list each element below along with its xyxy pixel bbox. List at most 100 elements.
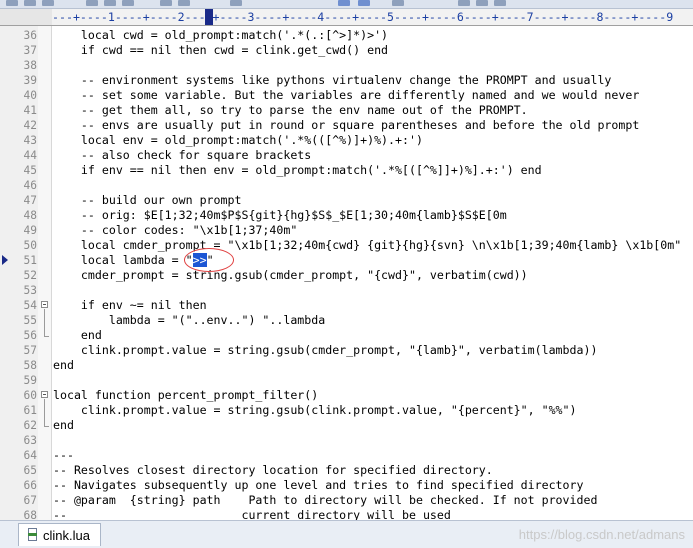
code-segment: -- get them all, so try to parse the env… <box>53 103 528 117</box>
code-text[interactable]: end <box>53 328 102 343</box>
code-line[interactable]: 56 end <box>0 328 693 343</box>
code-line[interactable]: 53 <box>0 283 693 298</box>
line-number: 57 <box>23 344 37 357</box>
word-wrap-icon[interactable] <box>358 0 370 6</box>
code-line[interactable]: 61 clink.prompt.value = string.gsub(clin… <box>0 403 693 418</box>
code-text[interactable]: cmder_prompt = string.gsub(cmder_prompt,… <box>53 268 528 283</box>
code-line[interactable]: 40 -- set some variable. But the variabl… <box>0 88 693 103</box>
code-text[interactable]: -- color codes: "\x1b[1;37;40m" <box>53 223 297 238</box>
code-text[interactable]: local cmder_prompt = "\x1b[1;32;40m{cwd}… <box>53 238 681 253</box>
fold-toggle-icon[interactable] <box>41 391 48 398</box>
code-text[interactable]: -- current directory will be used <box>53 508 451 520</box>
code-line[interactable]: 68 -- current directory will be used <box>0 508 693 520</box>
line-number: 66 <box>23 479 37 492</box>
code-text[interactable]: -- also check for square brackets <box>53 148 311 163</box>
paste-icon[interactable] <box>122 0 134 6</box>
code-text[interactable]: -- Navigates subsequently up one level a… <box>53 478 583 493</box>
code-segment: clink.prompt.value = string.gsub(cmder_p… <box>53 343 598 357</box>
code-text[interactable]: if env == nil then env = old_prompt:matc… <box>53 163 542 178</box>
code-line[interactable]: 37 if cwd == nil then cwd = clink.get_cw… <box>0 43 693 58</box>
code-text[interactable]: local env = old_prompt:match('.*%(([^%)]… <box>53 133 423 148</box>
code-text[interactable]: if env ~= nil then <box>53 298 207 313</box>
code-line[interactable]: 67 -- @param {string} path Path to direct… <box>0 493 693 508</box>
panel-list-icon[interactable] <box>494 0 506 6</box>
code-line[interactable]: 60 local function percent_prompt_filter() <box>0 388 693 403</box>
code-line[interactable]: 63 <box>0 433 693 448</box>
undo-icon[interactable] <box>160 0 172 6</box>
code-text[interactable]: -- build our own prompt <box>53 193 242 208</box>
link-icon[interactable] <box>230 0 242 6</box>
code-segment: -- Navigates subsequently up one level a… <box>53 478 584 492</box>
watermark: https://blog.csdn.net/admans <box>518 527 685 542</box>
code-text[interactable]: lambda = "("..env..") "..lambda <box>53 313 325 328</box>
line-number: 58 <box>23 359 37 372</box>
code-text[interactable]: if cwd == nil then cwd = clink.get_cwd()… <box>53 43 388 58</box>
code-line[interactable]: 49 -- color codes: "\x1b[1;37;40m" <box>0 223 693 238</box>
code-line[interactable]: 58 end <box>0 358 693 373</box>
fold-guide-end <box>44 426 49 427</box>
code-line[interactable]: 57 clink.prompt.value = string.gsub(cmde… <box>0 343 693 358</box>
code-text[interactable]: -- Resolves closest directory location f… <box>53 463 493 478</box>
code-line[interactable]: 39 -- environment systems like pythons v… <box>0 73 693 88</box>
code-segment: -- set some variable. But the variables … <box>53 88 640 102</box>
code-line[interactable]: 47 -- build our own prompt <box>0 193 693 208</box>
code-line[interactable]: 66 -- Navigates subsequently up one level… <box>0 478 693 493</box>
code-line[interactable]: 36 local cwd = old_prompt:match('.*(.:[^… <box>0 28 693 43</box>
code-line[interactable]: 65 -- Resolves closest directory location… <box>0 463 693 478</box>
toggle-view-icon[interactable] <box>338 0 350 6</box>
line-number: 50 <box>23 239 37 252</box>
code-text[interactable]: local cwd = old_prompt:match('.*(.:[^>]*… <box>53 28 388 43</box>
cut-icon[interactable] <box>86 0 98 6</box>
code-line[interactable]: 41 -- get them all, so try to parse the … <box>0 103 693 118</box>
tab-label: clink.lua <box>43 527 90 543</box>
code-line[interactable]: 38 <box>0 58 693 73</box>
code-line[interactable]: 48 -- orig: $E[1;32;40m$P$S{git}{hg}$S$_… <box>0 208 693 223</box>
line-number: 40 <box>23 89 37 102</box>
save-icon[interactable] <box>42 0 54 6</box>
tab-clink-lua[interactable]: clink.lua <box>18 523 101 546</box>
code-line[interactable]: 45 if env == nil then env = old_prompt:m… <box>0 163 693 178</box>
code-text[interactable]: end <box>53 358 74 373</box>
code-line[interactable]: 46 <box>0 178 693 193</box>
redo-icon[interactable] <box>178 0 190 6</box>
code-line[interactable]: 59 <box>0 373 693 388</box>
fold-toggle-icon[interactable] <box>41 301 48 308</box>
line-number: 68 <box>23 509 37 520</box>
code-segment: -- Resolves closest directory location f… <box>53 463 493 477</box>
code-text[interactable]: end <box>53 418 74 433</box>
code-editor[interactable]: 36 local cwd = old_prompt:match('.*(.:[^… <box>0 26 693 520</box>
settings-icon[interactable] <box>392 0 404 6</box>
line-number: 63 <box>23 434 37 447</box>
code-line[interactable]: 51 local lambda = ">>" <box>0 253 693 268</box>
new-file-icon[interactable] <box>6 0 18 6</box>
code-text[interactable]: -- set some variable. But the variables … <box>53 88 639 103</box>
line-number: 49 <box>23 224 37 237</box>
line-number: 52 <box>23 269 37 282</box>
copy-icon[interactable] <box>104 0 116 6</box>
code-text[interactable]: --- <box>53 448 74 463</box>
code-line[interactable]: 54 if env ~= nil then <box>0 298 693 313</box>
code-line[interactable]: 42 -- envs are usually put in round or s… <box>0 118 693 133</box>
code-line[interactable]: 52 cmder_prompt = string.gsub(cmder_prom… <box>0 268 693 283</box>
code-line[interactable]: 43 local env = old_prompt:match('.*%(([^… <box>0 133 693 148</box>
code-text[interactable]: -- envs are usually put in round or squa… <box>53 118 639 133</box>
panel-icon[interactable] <box>458 0 470 6</box>
code-line[interactable]: 62 end <box>0 418 693 433</box>
code-line[interactable]: 55 lambda = "("..env..") "..lambda <box>0 313 693 328</box>
code-text[interactable]: clink.prompt.value = string.gsub(clink.p… <box>53 403 577 418</box>
code-text[interactable]: clink.prompt.value = string.gsub(cmder_p… <box>53 343 598 358</box>
code-segment: if env == nil then env = old_prompt:matc… <box>53 163 542 177</box>
code-text[interactable]: -- environment systems like pythons virt… <box>53 73 612 88</box>
code-line[interactable]: 44 -- also check for square brackets <box>0 148 693 163</box>
open-file-icon[interactable] <box>24 0 36 6</box>
code-line[interactable]: 64 --- <box>0 448 693 463</box>
code-line[interactable]: 50 local cmder_prompt = "\x1b[1;32;40m{c… <box>0 238 693 253</box>
code-text[interactable]: -- orig: $E[1;32;40m$P$S{git}{hg}$S$_$E[… <box>53 208 507 223</box>
code-text[interactable]: local function percent_prompt_filter() <box>53 388 318 403</box>
code-text[interactable]: -- get them all, so try to parse the env… <box>53 103 528 118</box>
code-text[interactable]: -- @param {string} path Path to director… <box>53 493 597 508</box>
line-number: 36 <box>23 29 37 42</box>
line-number: 53 <box>23 284 37 297</box>
ruler-gutter <box>0 9 52 25</box>
panel-split-icon[interactable] <box>476 0 488 6</box>
